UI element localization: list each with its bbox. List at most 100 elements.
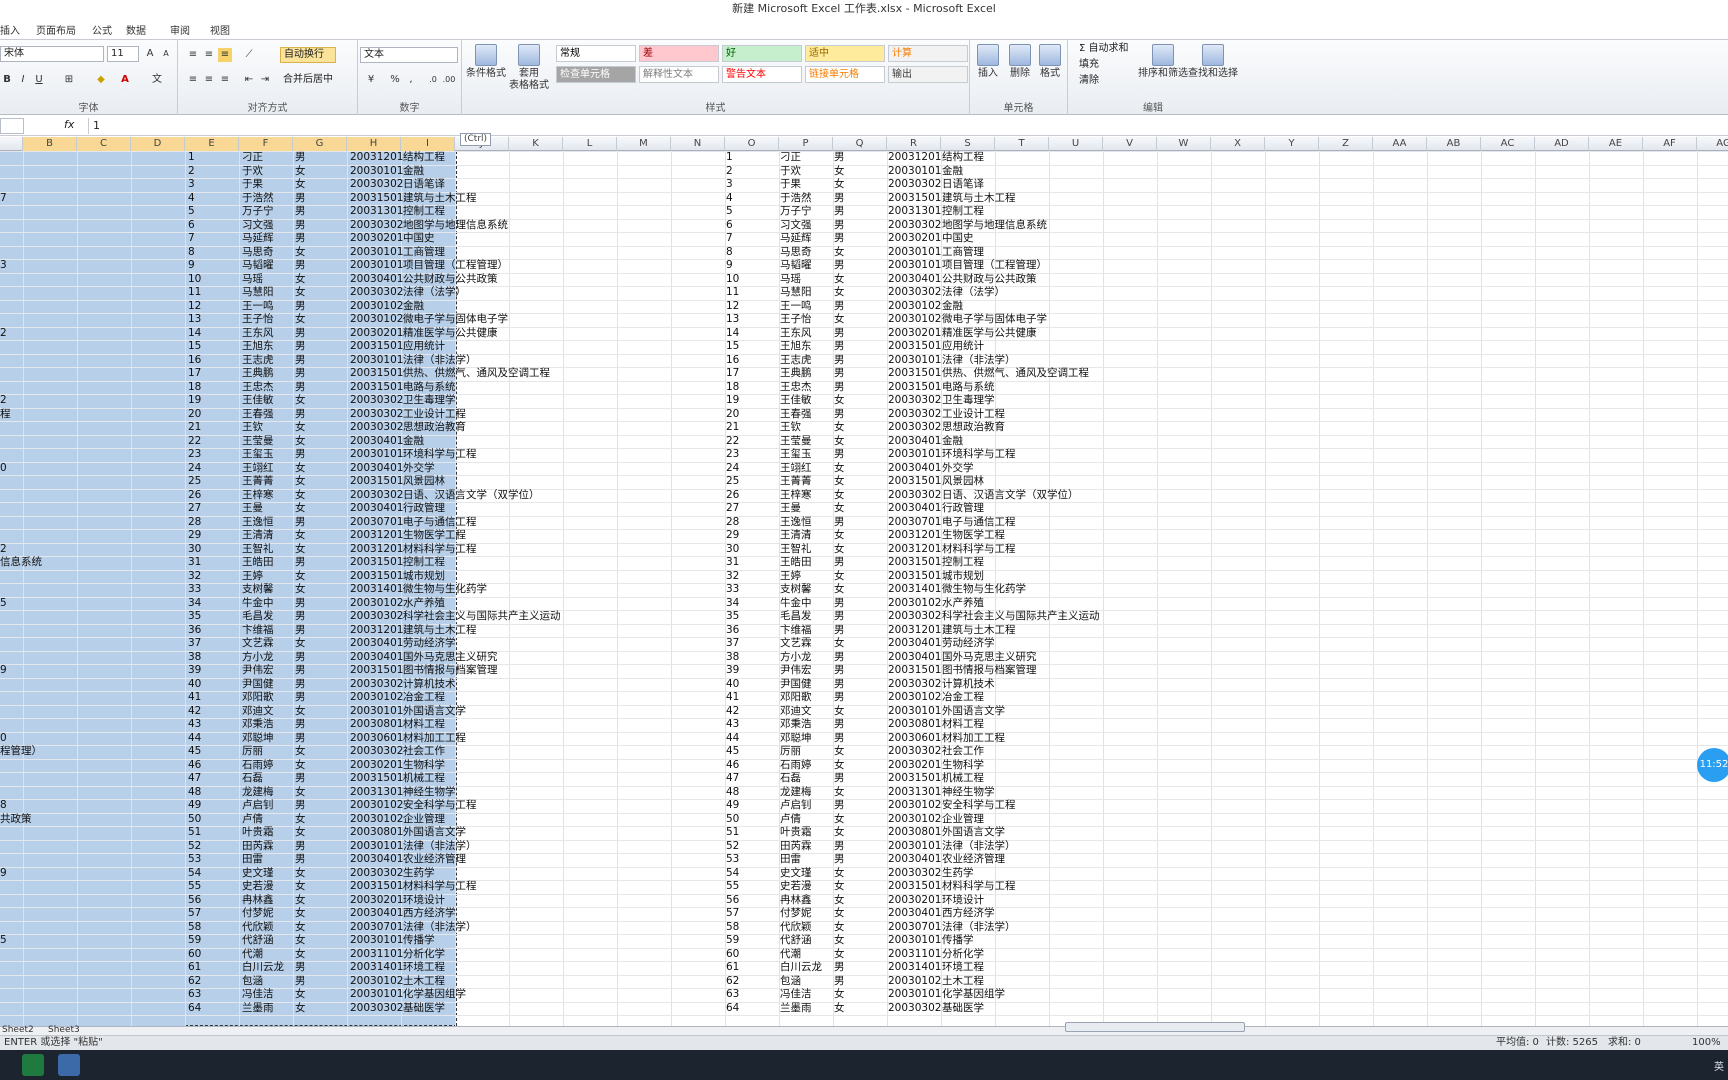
column-header[interactable]: AD (1535, 137, 1589, 151)
border-icon[interactable]: ⊞ (62, 73, 76, 87)
outdent-icon[interactable]: ⇤ (242, 73, 256, 87)
column-header[interactable]: M (617, 137, 671, 151)
delete-cells-button[interactable]: 删除 (1006, 44, 1034, 80)
column-header[interactable]: H (347, 137, 401, 151)
font-size-select[interactable]: 11 (107, 46, 139, 62)
format-cells-button[interactable]: 格式 (1036, 44, 1064, 80)
cell-style-4[interactable]: 适中 (805, 45, 885, 62)
column-header[interactable]: C (77, 137, 131, 151)
column-header[interactable]: I (401, 137, 455, 151)
table-format-button[interactable]: 套用 表格格式 (508, 44, 550, 92)
select-all-corner[interactable] (0, 137, 23, 151)
column-header[interactable]: W (1157, 137, 1211, 151)
tab-1[interactable]: 插入 (0, 22, 20, 37)
name-box[interactable] (0, 118, 24, 134)
cell-style-6[interactable]: 检查单元格 (556, 66, 636, 83)
fill-button[interactable]: 填充 (1076, 58, 1138, 74)
source-cell-name: 王婷 (780, 569, 801, 582)
column-header[interactable]: B (23, 137, 77, 151)
column-header[interactable]: U (1049, 137, 1103, 151)
cell-style-7[interactable]: 解释性文本 (639, 66, 719, 83)
tab-4[interactable]: 数据 (126, 22, 146, 37)
percent-icon[interactable]: % (388, 73, 402, 87)
orientation-icon[interactable]: ⟋ (242, 48, 256, 62)
align-middle-icon[interactable]: ≡ (202, 48, 216, 62)
italic-icon[interactable]: I (16, 73, 30, 87)
column-header[interactable]: Z (1319, 137, 1373, 151)
insert-cells-button[interactable]: 插入 (974, 44, 1002, 80)
tab-5[interactable]: 审阅 (170, 22, 190, 37)
decrease-decimal-icon[interactable]: .00 (442, 73, 456, 87)
column-header[interactable]: AG (1697, 137, 1728, 151)
phonetic-icon[interactable]: 文 (150, 73, 164, 87)
column-header[interactable]: P (779, 137, 833, 151)
column-header[interactable]: E (185, 137, 239, 151)
autosum-button[interactable]: Σ 自动求和 (1076, 42, 1138, 58)
column-header[interactable]: Q (833, 137, 887, 151)
align-center-icon[interactable]: ≡ (202, 73, 216, 87)
input-language-indicator[interactable]: 英 (1714, 1058, 1724, 1073)
number-format-select[interactable]: 文本 (360, 47, 458, 63)
column-header[interactable]: AE (1589, 137, 1643, 151)
fill-color-icon[interactable]: ◆ (94, 73, 108, 87)
cell-style-10[interactable]: 输出 (888, 66, 968, 83)
font-name-select[interactable]: 宋体 (0, 46, 104, 62)
conditional-format-button[interactable]: 条件格式 (466, 44, 506, 80)
column-header[interactable]: AF (1643, 137, 1697, 151)
column-header[interactable]: X (1211, 137, 1265, 151)
cell-style-9[interactable]: 链接单元格 (805, 66, 885, 83)
wrap-text-button[interactable]: 自动换行 (280, 47, 336, 63)
sheet-tab-sheet3[interactable]: Sheet3 (48, 1025, 80, 1035)
merge-center-button[interactable]: 合并后居中 (280, 73, 352, 89)
currency-icon[interactable]: ¥ (364, 73, 378, 87)
cell-style-2[interactable]: 差 (639, 45, 719, 62)
bold-icon[interactable]: B (0, 73, 14, 87)
shrink-font-icon[interactable]: A (159, 47, 173, 61)
align-left-icon[interactable]: ≡ (186, 73, 200, 87)
app-taskbar-icon[interactable] (58, 1054, 80, 1076)
floating-clock-widget[interactable]: 11:52 (1697, 748, 1728, 782)
grow-font-icon[interactable]: A (143, 47, 157, 61)
column-header[interactable]: G (293, 137, 347, 151)
cell-style-3[interactable]: 好 (722, 45, 802, 62)
indent-icon[interactable]: ⇥ (258, 73, 272, 87)
column-header[interactable]: N (671, 137, 725, 151)
tab-2[interactable]: 页面布局 (36, 22, 76, 37)
zoom-level[interactable]: 100% (1692, 1036, 1721, 1050)
align-right-icon[interactable]: ≡ (218, 73, 232, 87)
column-header[interactable]: F (239, 137, 293, 151)
align-top-icon[interactable]: ≡ (186, 48, 200, 62)
align-bottom-icon[interactable]: ≡ (218, 48, 232, 62)
formula-input[interactable]: 1 (88, 118, 1718, 134)
column-header[interactable]: K (509, 137, 563, 151)
increase-decimal-icon[interactable]: .0 (426, 73, 440, 87)
paste-options-tip[interactable]: (Ctrl) (460, 133, 492, 146)
cell-style-8[interactable]: 警告文本 (722, 66, 802, 83)
column-header[interactable]: O (725, 137, 779, 151)
column-header[interactable]: L (563, 137, 617, 151)
column-header[interactable]: AC (1481, 137, 1535, 151)
worksheet-grid[interactable]: 7322程02信息系统590程管理）8共政策951刁正男200312010结构工… (0, 151, 1728, 1026)
excel-taskbar-icon[interactable] (22, 1054, 44, 1076)
column-header[interactable]: T (995, 137, 1049, 151)
column-header[interactable]: V (1103, 137, 1157, 151)
clear-button[interactable]: 清除 (1076, 74, 1138, 90)
column-header[interactable]: Y (1265, 137, 1319, 151)
find-select-button[interactable]: 查找和选择 (1188, 44, 1238, 80)
column-header[interactable]: R (887, 137, 941, 151)
horizontal-scrollbar[interactable] (1065, 1022, 1245, 1032)
font-color-icon[interactable]: A (118, 73, 132, 87)
column-header[interactable]: D (131, 137, 185, 151)
comma-icon[interactable]: , (404, 73, 418, 87)
underline-icon[interactable]: U (32, 73, 46, 87)
tab-3[interactable]: 公式 (92, 22, 112, 37)
sheet-tab-sheet2[interactable]: Sheet2 (2, 1025, 34, 1035)
cell-style-1[interactable]: 常规 (556, 45, 636, 62)
fx-icon[interactable]: fx (64, 118, 74, 131)
tab-6[interactable]: 视图 (210, 22, 230, 37)
cell-style-5[interactable]: 计算 (888, 45, 968, 62)
column-header[interactable]: AB (1427, 137, 1481, 151)
sort-filter-button[interactable]: 排序和筛选 (1138, 44, 1188, 80)
column-header[interactable]: S (941, 137, 995, 151)
column-header[interactable]: AA (1373, 137, 1427, 151)
